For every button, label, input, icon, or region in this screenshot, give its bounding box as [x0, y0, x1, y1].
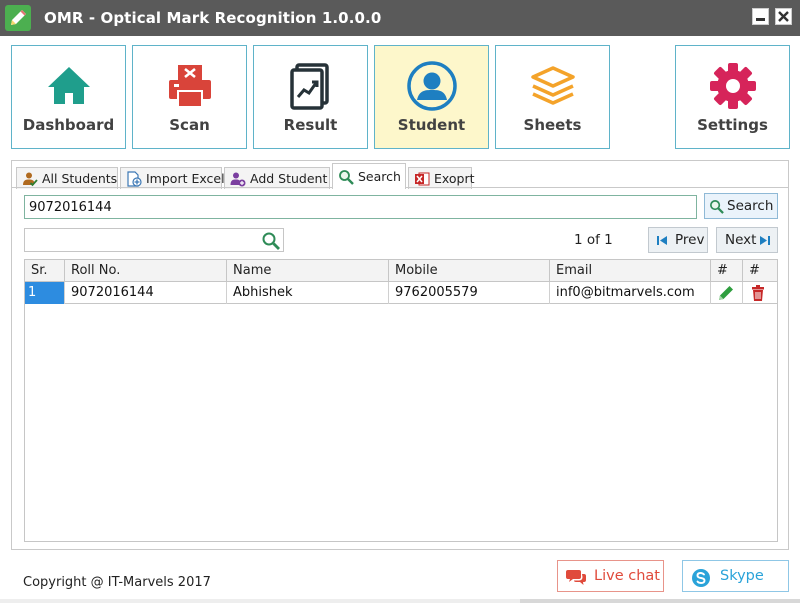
search-button[interactable]: Search	[704, 193, 778, 219]
column-header-roll[interactable]: Roll No.	[65, 260, 227, 282]
nav-tile-label: Student	[397, 116, 466, 134]
nav-tile-sheets[interactable]: Sheets	[495, 45, 610, 149]
tab-label: Search	[358, 169, 401, 184]
nav-tile-label: Sheets	[523, 116, 582, 134]
live-chat-button[interactable]: Live chat	[557, 560, 664, 592]
cell-email[interactable]: inf0@bitmarvels.com	[550, 282, 711, 304]
tab-import-excel[interactable]: Import Excel	[120, 167, 225, 189]
minimize-button[interactable]	[752, 8, 769, 25]
column-header-name[interactable]: Name	[227, 260, 389, 282]
edit-pencil-icon[interactable]	[717, 284, 735, 302]
column-header-delete: #	[749, 263, 760, 278]
nav-tile-scan[interactable]: Scan	[132, 45, 247, 149]
user-check-icon	[22, 171, 38, 187]
user-add-icon	[230, 171, 246, 187]
column-header-mobile[interactable]: Mobile	[389, 260, 550, 282]
tab-all-students[interactable]: All Students	[16, 167, 118, 189]
cell-sr[interactable]: 1	[25, 282, 65, 304]
table-row[interactable]: 1 9072016144 Abhishek 9762005579 inf0@bi…	[25, 282, 777, 304]
gear-icon	[707, 60, 759, 112]
status-strip	[0, 599, 800, 603]
printer-icon	[164, 60, 216, 112]
title-bar: OMR - Optical Mark Recognition 1.0.0.0	[0, 0, 800, 36]
cell-delete	[743, 282, 777, 304]
search-icon[interactable]	[261, 231, 281, 251]
next-button-label: Next	[725, 232, 757, 248]
import-icon	[126, 171, 142, 187]
user-icon	[406, 60, 458, 112]
tab-add-student[interactable]: Add Student	[224, 167, 330, 189]
nav-tile-label: Result	[283, 116, 338, 134]
next-button[interactable]: Next	[716, 227, 778, 253]
table-header: Sr. Roll No. Name Mobile Email # #	[25, 260, 777, 282]
tab-label: All Students	[42, 171, 118, 186]
window-title: OMR - Optical Mark Recognition 1.0.0.0	[44, 9, 382, 27]
prev-button[interactable]: Prev	[648, 227, 708, 253]
cell-mobile[interactable]: 9762005579	[389, 282, 550, 304]
nav-tile-label: Scan	[169, 116, 210, 134]
tab-label: Import Excel	[146, 171, 225, 186]
chart-document-icon	[285, 60, 337, 112]
pencil-app-icon	[5, 5, 31, 31]
skype-label: Skype	[720, 568, 764, 584]
cell-roll[interactable]: 9072016144	[65, 282, 227, 304]
close-button[interactable]	[775, 8, 792, 25]
nav-tile-result[interactable]: Result	[253, 45, 368, 149]
nav-tile-settings[interactable]: Settings	[675, 45, 790, 149]
page-info: 1 of 1	[574, 232, 613, 248]
home-icon	[43, 60, 95, 112]
column-header-email[interactable]: Email	[550, 260, 711, 282]
excel-icon	[414, 171, 430, 187]
tab-label: Add Student	[250, 171, 328, 186]
skype-icon	[691, 568, 711, 587]
search-icon	[338, 169, 354, 185]
filter-input[interactable]	[27, 231, 257, 249]
prev-button-label: Prev	[675, 232, 705, 248]
column-header-edit: #	[711, 260, 743, 282]
students-table: Sr. Roll No. Name Mobile Email # # 1 907…	[24, 259, 778, 542]
search-button-label: Search	[727, 198, 774, 214]
tab-export[interactable]: Exoprt	[408, 167, 475, 189]
student-panel: All Students Import Excel Add Student Se…	[11, 160, 789, 550]
filter-box	[24, 228, 284, 252]
nav-tile-student[interactable]: Student	[374, 45, 489, 149]
chat-bubbles-icon	[566, 568, 586, 586]
skype-button[interactable]: Skype	[682, 560, 789, 592]
nav-tile-label: Settings	[697, 116, 768, 134]
nav-tile-label: Dashboard	[22, 116, 115, 134]
stack-layers-icon	[527, 60, 579, 112]
copyright-text: Copyright @ IT-Marvels 2017	[23, 575, 211, 590]
search-icon	[709, 199, 724, 214]
live-chat-label: Live chat	[594, 568, 660, 584]
tab-label: Exoprt	[434, 171, 475, 186]
skip-next-icon	[757, 233, 772, 248]
column-header-sr[interactable]: Sr.	[25, 260, 65, 282]
cell-edit	[711, 282, 743, 304]
nav-tile-dashboard[interactable]: Dashboard	[11, 45, 126, 149]
trash-icon[interactable]	[749, 284, 767, 302]
cell-name[interactable]: Abhishek	[227, 282, 389, 304]
tab-search[interactable]: Search	[332, 163, 406, 189]
search-input[interactable]	[24, 195, 697, 219]
skip-previous-icon	[655, 233, 670, 248]
